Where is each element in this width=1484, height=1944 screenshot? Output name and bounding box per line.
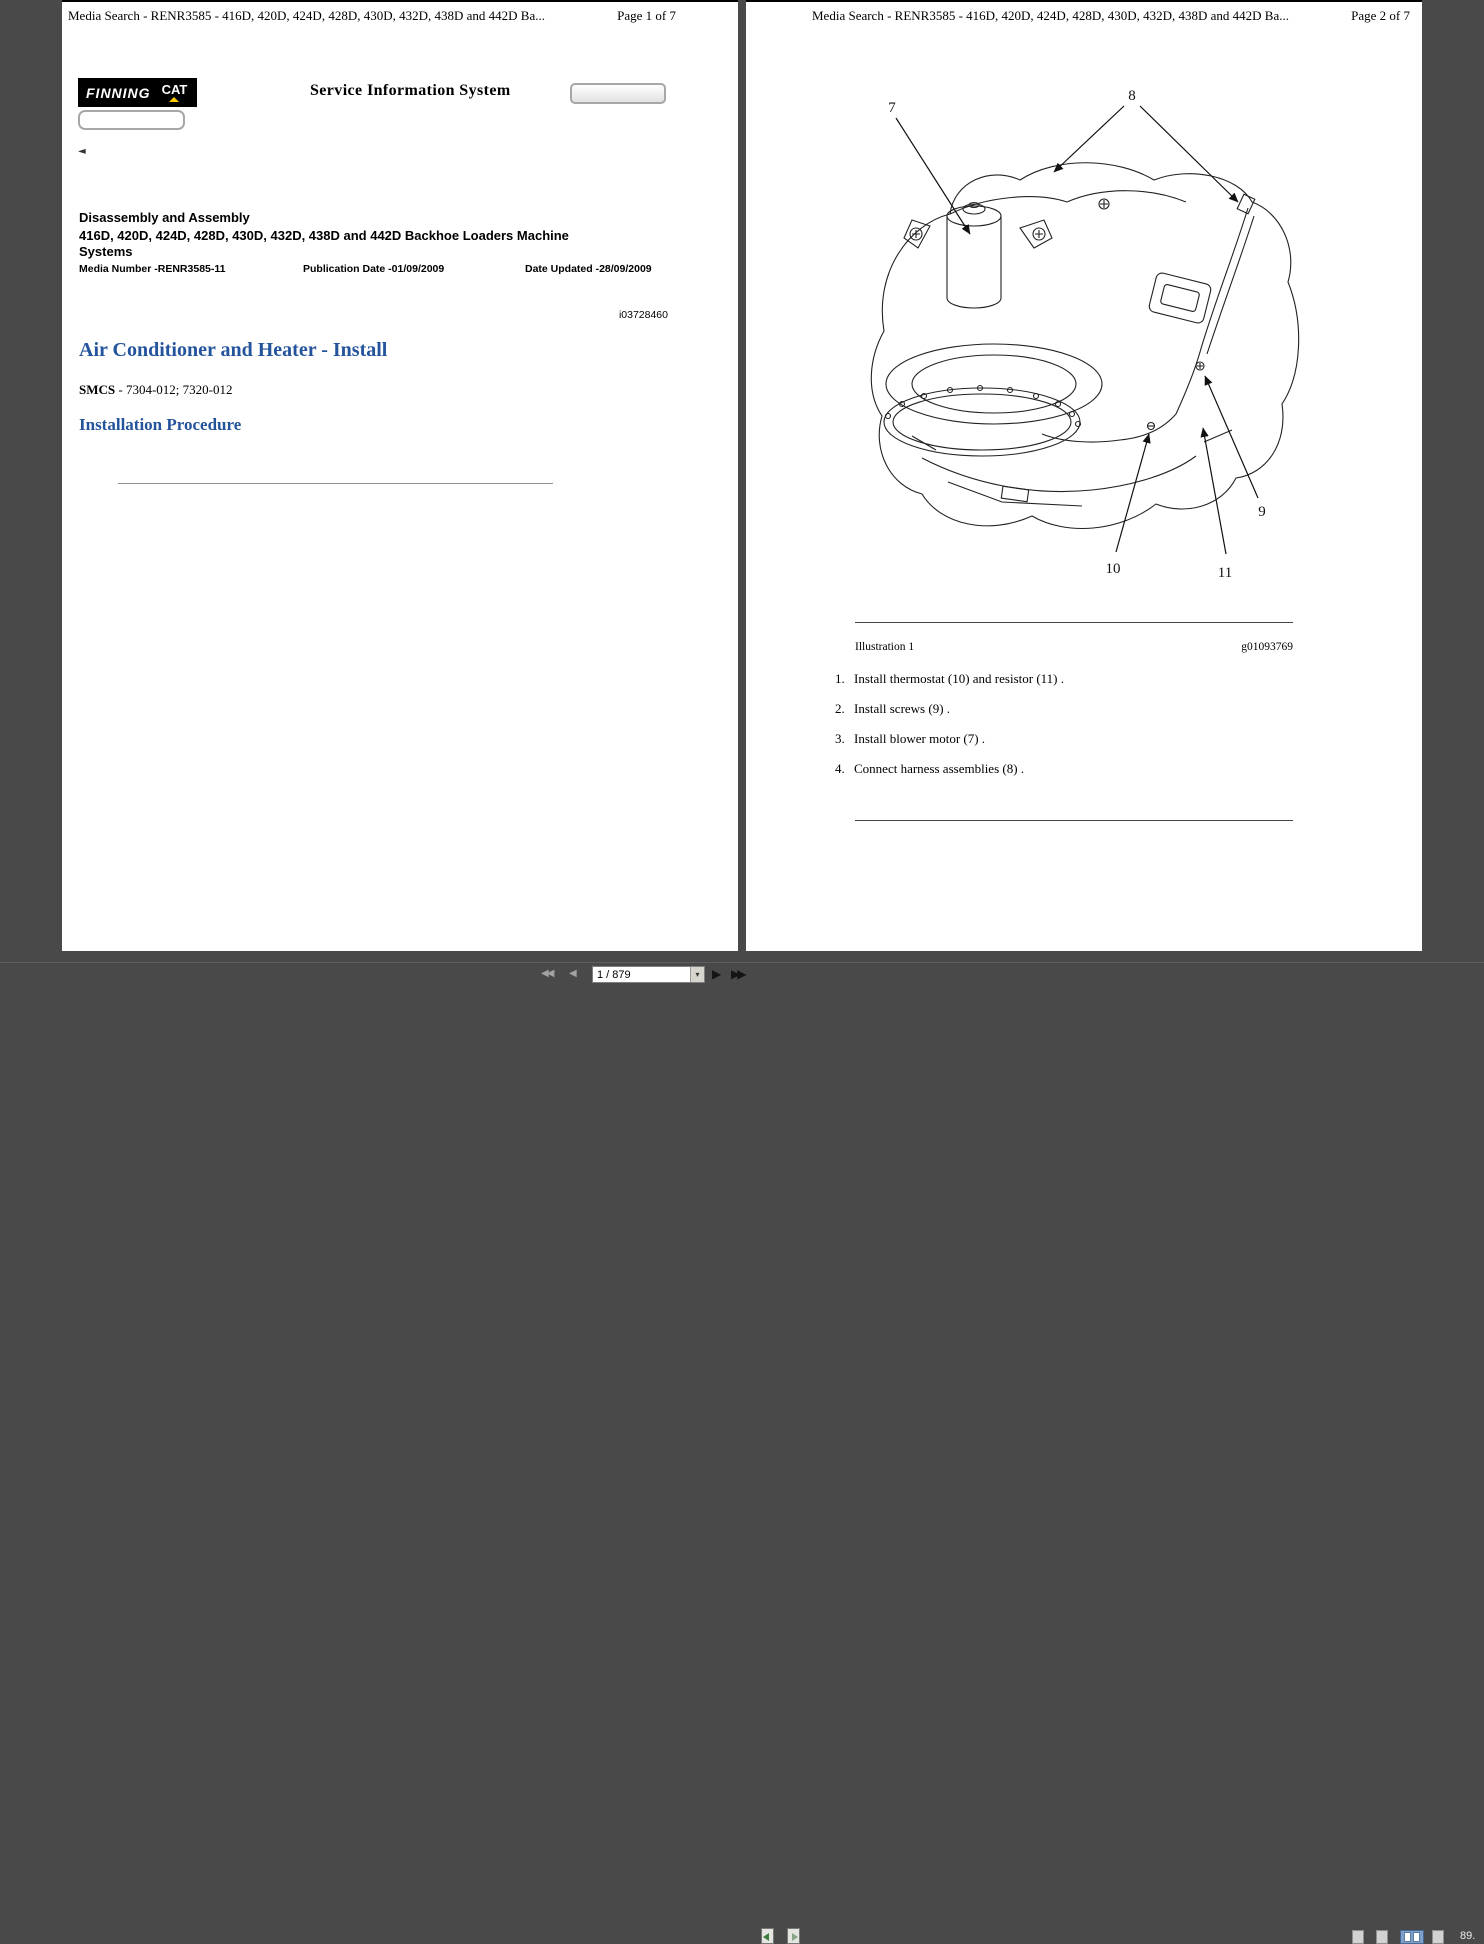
last-page-button[interactable]: ▶▶ (731, 967, 743, 981)
housing-outline (871, 163, 1298, 529)
print-header-title: Media Search - RENR3585 - 416D, 420D, 42… (812, 8, 1289, 24)
resistor-block (1148, 272, 1212, 324)
sis-title: Service Information System (310, 82, 511, 100)
callout-leader-lines (896, 106, 1258, 554)
divider (118, 483, 553, 484)
cat-triangle-icon (169, 97, 179, 102)
previous-view-arrow-icon (763, 1933, 769, 1941)
cat-wordmark: CAT (162, 82, 188, 97)
step-number: 1. (835, 671, 851, 687)
procedure-heading: Installation Procedure (79, 415, 241, 435)
harness-wires (1042, 194, 1255, 442)
cursor-arrow-icon: ◄ (78, 146, 86, 157)
finning-cat-logo: FINNING CAT (78, 78, 197, 107)
illustration-figure-id: g01093769 (1241, 641, 1293, 653)
article-title: Air Conditioner and Heater - Install (79, 339, 387, 362)
section-title: Disassembly and Assembly (79, 210, 250, 225)
page-number-dropdown-button[interactable]: ▾ (690, 967, 704, 982)
divider (855, 820, 1293, 821)
step-text: Install blower motor (7) . (851, 731, 985, 747)
step-row: 2. Install screws (9) . (835, 701, 1305, 717)
first-page-button[interactable]: ◀◀ (541, 968, 552, 979)
step-row: 3. Install blower motor (7) . (835, 731, 1305, 747)
facing-pages-view-button[interactable] (1400, 1930, 1424, 1944)
print-header-title: Media Search - RENR3585 - 416D, 420D, 42… (68, 8, 545, 24)
print-header-page-label: Page 2 of 7 (1351, 8, 1410, 24)
cat-logo: CAT (160, 82, 190, 103)
publication-date: Publication Date -01/09/2009 (303, 263, 444, 275)
blower-assembly-illustration: 7 8 9 10 11 (852, 86, 1324, 631)
document-id: i03728460 (619, 309, 668, 321)
previous-view-button[interactable] (761, 1928, 774, 1944)
step-number: 2. (835, 701, 851, 717)
document-page-2: Media Search - RENR3585 - 416D, 420D, 42… (746, 0, 1422, 951)
smcs-label: SMCS (79, 382, 115, 397)
blower-motor (947, 203, 1001, 309)
section-subtitle-line2: Systems (79, 244, 679, 260)
installation-steps: 1. Install thermostat (10) and resistor … (835, 671, 1305, 777)
callout-label-10: 10 (1106, 561, 1121, 577)
step-text: Install thermostat (10) and resistor (11… (851, 671, 1064, 687)
print-header-page-label: Page 1 of 7 (617, 8, 676, 24)
viewer-toolbar: ◀◀ ◀ ▾ ▶ ▶▶ 89. (0, 962, 1484, 985)
previous-page-button[interactable]: ◀ (569, 968, 577, 979)
next-view-arrow-icon (792, 1933, 798, 1941)
callout-labels: 7 8 9 10 11 (888, 88, 1266, 581)
header-button[interactable] (570, 83, 666, 104)
callout-label-7: 7 (888, 100, 896, 116)
step-number: 4. (835, 761, 851, 777)
date-updated: Date Updated -28/09/2009 (525, 263, 652, 275)
illustration-caption-row: Illustration 1 g01093769 (855, 641, 1293, 653)
smcs-line: SMCS - 7304-012; 7320-012 (79, 382, 232, 398)
facing-page-right-icon (1413, 1932, 1420, 1942)
media-number: Media Number -RENR3585-11 (79, 263, 225, 275)
step-row: 4. Connect harness assemblies (8) . (835, 761, 1305, 777)
page-number-box: ▾ (592, 966, 705, 983)
continuous-facing-view-button[interactable] (1432, 1930, 1444, 1944)
screws (1148, 362, 1205, 430)
step-row: 1. Install thermostat (10) and resistor … (835, 671, 1305, 687)
callout-label-11: 11 (1218, 565, 1232, 581)
step-text: Connect harness assemblies (8) . (851, 761, 1024, 777)
smcs-codes: - 7304-012; 7320-012 (115, 382, 232, 397)
search-input[interactable] (78, 110, 185, 130)
mounting-brackets (904, 199, 1109, 248)
zoom-level-label: 89. (1460, 1930, 1475, 1942)
next-view-button[interactable] (787, 1928, 800, 1944)
facing-page-left-icon (1404, 1932, 1411, 1942)
next-page-button[interactable]: ▶ (712, 967, 721, 981)
section-subtitle: 416D, 420D, 424D, 428D, 430D, 432D, 438D… (79, 228, 679, 260)
step-number: 3. (835, 731, 851, 747)
callout-label-9: 9 (1258, 504, 1266, 520)
page-number-input[interactable] (593, 967, 690, 982)
continuous-view-button[interactable] (1376, 1930, 1388, 1944)
step-text: Install screws (9) . (851, 701, 950, 717)
section-subtitle-line1: 416D, 420D, 424D, 428D, 430D, 432D, 438D… (79, 228, 679, 244)
document-page-1: Media Search - RENR3585 - 416D, 420D, 42… (62, 0, 738, 951)
callout-label-8: 8 (1128, 88, 1136, 104)
divider (855, 622, 1293, 623)
single-page-view-button[interactable] (1352, 1930, 1364, 1944)
illustration-caption: Illustration 1 (855, 641, 914, 653)
finning-wordmark: FINNING (86, 85, 151, 101)
